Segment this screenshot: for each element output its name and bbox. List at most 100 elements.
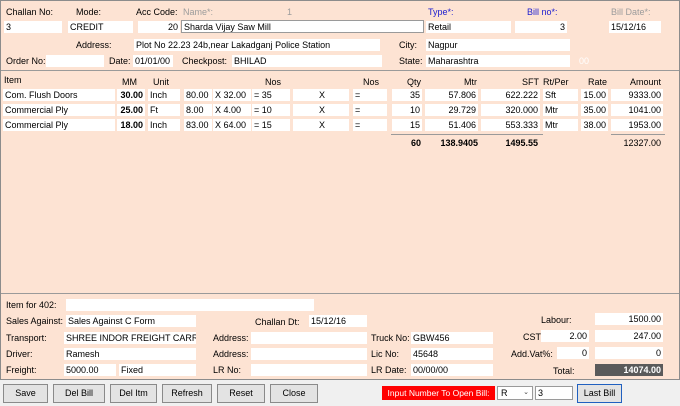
dim3-cell[interactable]: X: [293, 119, 349, 131]
lr-date-field[interactable]: 00/00/00: [411, 364, 493, 376]
amount-cell[interactable]: 9333.00: [611, 89, 663, 101]
address2-field[interactable]: [251, 348, 367, 360]
amount-cell[interactable]: 1953.00: [611, 119, 663, 131]
nos-cell[interactable]: = 10: [252, 104, 290, 116]
amount-cell[interactable]: 1041.00: [611, 104, 663, 116]
state-field[interactable]: Maharashtra: [426, 55, 570, 67]
footer-divider: [1, 293, 679, 294]
bill-no-label: Bill no*:: [527, 7, 558, 17]
cst-field[interactable]: 247.00: [595, 330, 663, 342]
cst-label: CST: [523, 332, 541, 342]
sft-cell[interactable]: 553.333: [481, 119, 540, 131]
freight-type-field[interactable]: Fixed: [119, 364, 196, 376]
bill-no-field[interactable]: 3: [515, 21, 567, 33]
mm-cell[interactable]: 30.00: [117, 89, 145, 101]
nos-cell[interactable]: = 35: [252, 89, 290, 101]
dim2-cell[interactable]: X 4.00: [213, 104, 251, 116]
series-value: R: [501, 388, 508, 398]
dim1-cell[interactable]: 83.00: [184, 119, 212, 131]
bill-date-field[interactable]: 15/12/16: [609, 21, 661, 33]
freight-field[interactable]: 5000.00: [64, 364, 116, 376]
rtper-cell[interactable]: Mtr: [543, 119, 578, 131]
item-for-402-field[interactable]: [66, 299, 314, 311]
order-no-field[interactable]: [46, 55, 104, 67]
close-button[interactable]: Close: [270, 384, 318, 403]
checkpost-label: Checkpost:: [182, 56, 228, 66]
dim1-cell[interactable]: 80.00: [184, 89, 212, 101]
col-nos-2: Nos: [363, 77, 380, 87]
refresh-button[interactable]: Refresh: [162, 384, 212, 403]
rtper-cell[interactable]: Sft: [543, 89, 578, 101]
save-button[interactable]: Save: [3, 384, 48, 403]
city-label: City:: [399, 40, 417, 50]
mtr-cell[interactable]: 51.406: [425, 119, 478, 131]
rate-cell[interactable]: 35.00: [581, 104, 608, 116]
truck-no-field[interactable]: GBW456: [411, 332, 493, 344]
rate-cell[interactable]: 38.00: [581, 119, 608, 131]
sales-against-field[interactable]: Sales Against C Form: [66, 315, 196, 327]
mtr-cell[interactable]: 57.806: [425, 89, 478, 101]
nos2-cell[interactable]: =: [353, 119, 387, 131]
address1-label: Address:: [213, 333, 249, 343]
mm-cell[interactable]: 25.00: [117, 104, 145, 116]
nos-cell[interactable]: = 15: [252, 119, 290, 131]
add-vat-rate-field[interactable]: 0: [557, 347, 589, 359]
name-field[interactable]: Sharda Vijay Saw Mill: [181, 20, 424, 33]
lr-no-field[interactable]: [251, 364, 367, 376]
unit-cell[interactable]: Inch: [148, 89, 180, 101]
sft-cell[interactable]: 320.000: [481, 104, 540, 116]
col-unit: Unit: [153, 77, 170, 87]
totals-divider-amount: [611, 134, 665, 135]
nos2-cell[interactable]: =: [353, 104, 387, 116]
sft-cell[interactable]: 622.222: [481, 89, 540, 101]
dim3-cell[interactable]: X: [293, 104, 349, 116]
city-field[interactable]: Nagpur: [426, 39, 570, 51]
item-for-402-label: Item for 402:: [6, 300, 57, 310]
dim3-cell[interactable]: X: [293, 89, 349, 101]
rtper-cell[interactable]: Mtr: [543, 104, 578, 116]
labour-field[interactable]: 1500.00: [595, 313, 663, 325]
cst-rate-field[interactable]: 2.00: [541, 330, 589, 342]
driver-field[interactable]: Ramesh: [64, 348, 196, 360]
lic-no-field[interactable]: 45648: [411, 348, 493, 360]
mm-cell[interactable]: 18.00: [117, 119, 145, 131]
item-cell[interactable]: Commercial Ply: [3, 119, 115, 131]
name-hint: 1: [287, 7, 293, 17]
unit-cell[interactable]: Ft: [148, 104, 180, 116]
order-date-field[interactable]: 01/01/00: [133, 55, 173, 67]
checkpost-field[interactable]: BHILAD: [232, 55, 382, 67]
last-bill-button[interactable]: Last Bill: [577, 384, 622, 403]
challan-no-field[interactable]: 3: [4, 21, 62, 33]
qty-cell[interactable]: 35: [392, 89, 422, 101]
bill-number-input[interactable]: 3: [535, 386, 573, 400]
del-item-button[interactable]: Del Itm: [110, 384, 157, 403]
address1-field[interactable]: [251, 332, 367, 344]
mode-field[interactable]: CREDIT: [68, 21, 133, 33]
unit-cell[interactable]: Inch: [148, 119, 180, 131]
address-field[interactable]: Plot No 22.23 24b,near Lakadganj Police …: [134, 39, 380, 51]
transport-field[interactable]: SHREE INDOR FREIGHT CARR: [64, 332, 196, 344]
add-vat-field[interactable]: 0: [595, 347, 663, 359]
challan-dt-field[interactable]: 15/12/16: [309, 315, 367, 327]
transport-label: Transport:: [6, 333, 47, 343]
series-select[interactable]: R ⌄: [497, 386, 533, 400]
item-cell[interactable]: Commercial Ply: [3, 104, 115, 116]
acc-code-field[interactable]: 20: [138, 21, 180, 33]
acc-code-label: Acc Code:: [136, 7, 178, 17]
reset-button[interactable]: Reset: [217, 384, 265, 403]
dim1-cell[interactable]: 8.00: [184, 104, 212, 116]
nos2-cell[interactable]: =: [353, 89, 387, 101]
total-qty: 60: [410, 138, 421, 148]
qty-cell[interactable]: 15: [392, 119, 422, 131]
header-divider: [1, 70, 679, 71]
dim2-cell[interactable]: X 32.00: [213, 89, 251, 101]
order-no-label: Order No:: [6, 56, 46, 66]
qty-cell[interactable]: 10: [392, 104, 422, 116]
rate-cell[interactable]: 15.00: [581, 89, 608, 101]
mtr-cell[interactable]: 29.729: [425, 104, 478, 116]
dim2-cell[interactable]: X 64.00: [213, 119, 251, 131]
col-item: Item: [4, 75, 22, 85]
type-field[interactable]: Retail: [426, 21, 511, 33]
del-bill-button[interactable]: Del Bill: [53, 384, 105, 403]
item-cell[interactable]: Com. Flush Doors: [3, 89, 115, 101]
